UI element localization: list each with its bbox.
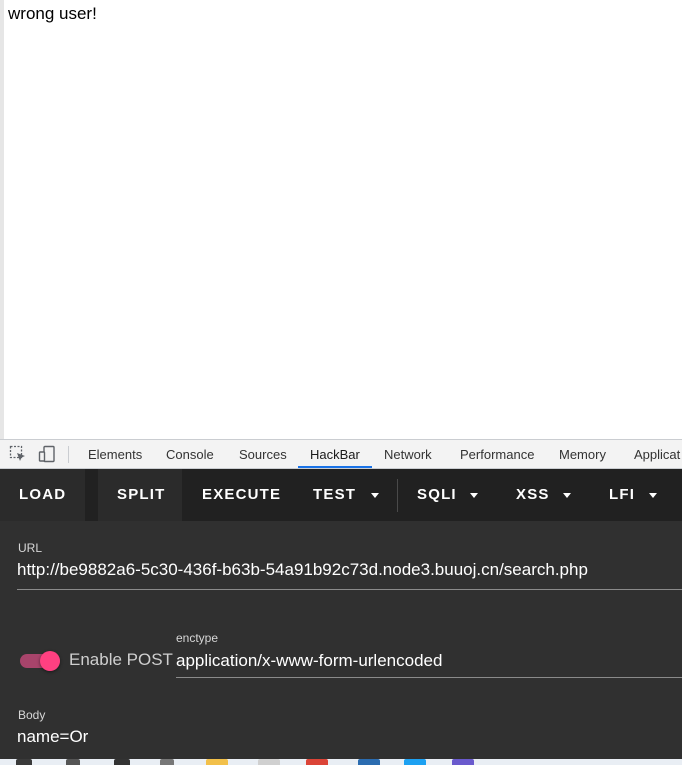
- xss-dropdown[interactable]: XSS: [516, 469, 576, 521]
- tab-hackbar[interactable]: HackBar: [310, 440, 360, 468]
- hackbar-toolbar: LOAD SPLIT EXECUTE TEST SQLI XSS LFI: [0, 469, 682, 521]
- lfi-dropdown[interactable]: LFI: [609, 469, 661, 521]
- tab-network[interactable]: Network: [384, 440, 432, 468]
- app-icon[interactable]: [404, 759, 426, 765]
- taskbar: [0, 759, 682, 765]
- devtools-tab-strip: Elements Console Sources HackBar Network…: [0, 439, 682, 469]
- url-label: URL: [18, 541, 43, 555]
- chevron-down-icon: [470, 493, 478, 498]
- vscode-icon[interactable]: [358, 759, 380, 765]
- enctype-select[interactable]: application/x-www-form-urlencoded: [176, 651, 442, 671]
- enable-post-toggle[interactable]: [20, 651, 64, 671]
- tab-elements[interactable]: Elements: [88, 440, 142, 468]
- test-dropdown[interactable]: TEST: [313, 469, 383, 521]
- tab-performance[interactable]: Performance: [460, 440, 534, 468]
- active-tab-indicator: [298, 466, 372, 468]
- browser-window: wrong user! Elements Console Sources Hac…: [0, 0, 682, 765]
- tab-memory[interactable]: Memory: [559, 440, 606, 468]
- url-input[interactable]: http://be9882a6-5c30-436f-b63b-54a91b92c…: [17, 560, 588, 580]
- body-label: Body: [18, 708, 46, 722]
- task-view-icon[interactable]: [114, 759, 130, 765]
- file-explorer-icon[interactable]: [206, 759, 228, 765]
- execute-button[interactable]: EXECUTE: [202, 469, 281, 521]
- chevron-down-icon: [649, 493, 657, 498]
- chevron-down-icon: [371, 493, 379, 498]
- toolbar-separator: [68, 446, 69, 463]
- app-icon[interactable]: [452, 759, 474, 765]
- start-icon[interactable]: [16, 759, 32, 765]
- tab-console[interactable]: Console: [166, 440, 214, 468]
- page-content: wrong user!: [0, 0, 682, 439]
- toggle-knob: [40, 651, 60, 671]
- load-button[interactable]: LOAD: [0, 469, 86, 521]
- tab-application[interactable]: Applicat: [634, 440, 680, 468]
- chevron-down-icon: [563, 493, 571, 498]
- url-input-underline: [17, 589, 682, 590]
- widgets-icon[interactable]: [160, 759, 174, 765]
- inspect-element-icon[interactable]: [9, 445, 27, 463]
- search-icon[interactable]: [66, 759, 80, 765]
- split-button[interactable]: SPLIT: [98, 469, 182, 521]
- body-input[interactable]: name=Or: [17, 727, 88, 747]
- sqli-dropdown[interactable]: SQLI: [417, 469, 483, 521]
- tab-sources[interactable]: Sources: [239, 440, 287, 468]
- enable-post-label: Enable POST: [69, 650, 173, 669]
- chrome-icon[interactable]: [306, 759, 328, 765]
- store-icon[interactable]: [258, 759, 280, 765]
- page-message: wrong user!: [8, 4, 97, 23]
- enctype-label: enctype: [176, 631, 219, 645]
- toolbar-divider: [397, 479, 398, 512]
- enctype-underline: [176, 677, 682, 678]
- device-toolbar-icon[interactable]: [38, 445, 56, 463]
- hackbar-panel: LOAD SPLIT EXECUTE TEST SQLI XSS LFI URL…: [0, 469, 682, 759]
